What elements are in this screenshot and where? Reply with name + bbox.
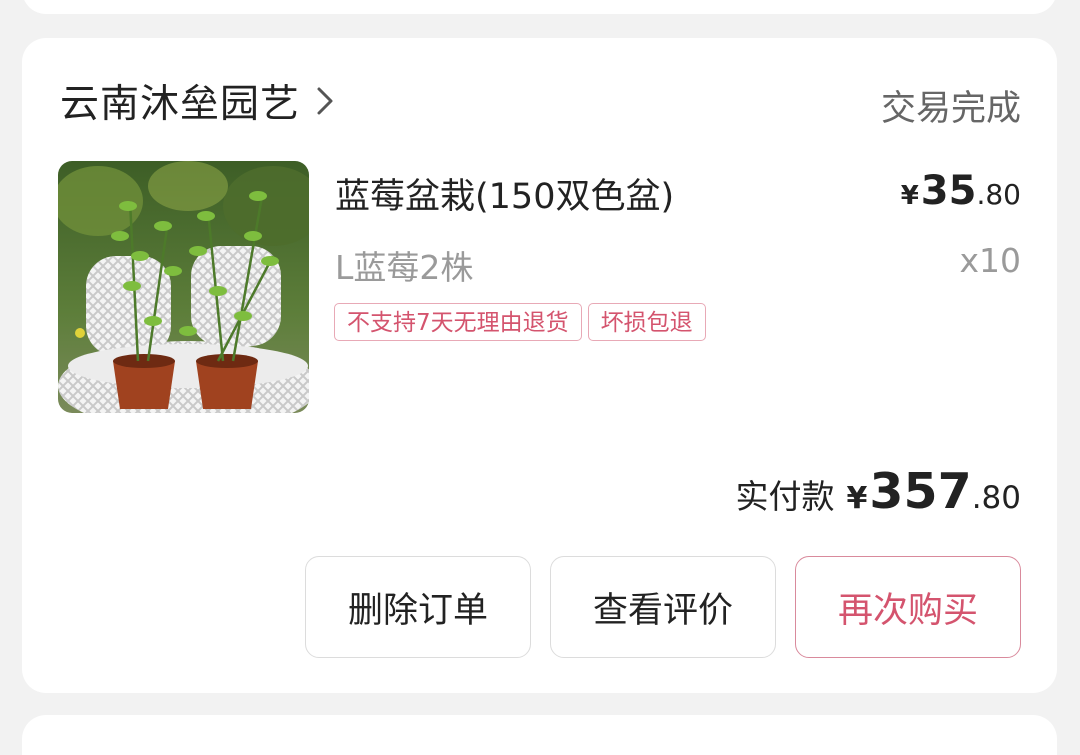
price-decimal: .80 bbox=[976, 178, 1021, 211]
buy-again-button[interactable]: 再次购买 bbox=[795, 556, 1021, 658]
blueberry-plant-photo bbox=[58, 161, 309, 413]
chevron-right-icon bbox=[316, 86, 334, 116]
tag-damage-refund: 坏损包退 bbox=[587, 303, 706, 341]
shop-name: 云南沐垒园艺 bbox=[60, 82, 301, 127]
product-image[interactable] bbox=[58, 161, 309, 413]
price-currency-symbol: ¥ bbox=[900, 181, 919, 211]
view-review-button[interactable]: 查看评价 bbox=[550, 556, 776, 658]
product-quantity: x10 bbox=[959, 241, 1021, 280]
next-order-card bbox=[22, 715, 1057, 755]
order-status: 交易完成 bbox=[880, 89, 1021, 129]
total-decimal: .80 bbox=[971, 480, 1021, 516]
service-tags: 不支持7天无理由退货 坏损包退 bbox=[334, 303, 706, 341]
product-spec: L蓝莓2株 bbox=[335, 248, 474, 287]
total-paid: 实付款 ¥ 357 .80 bbox=[736, 463, 1021, 520]
total-integer: 357 bbox=[869, 463, 972, 520]
product-price: ¥ 35 .80 bbox=[901, 168, 1021, 214]
total-label: 实付款 bbox=[735, 477, 835, 516]
previous-order-card bbox=[22, 0, 1057, 14]
shop-link[interactable]: 云南沐垒园艺 bbox=[60, 76, 334, 127]
delete-order-button[interactable]: 删除订单 bbox=[305, 556, 531, 658]
price-integer: 35 bbox=[920, 168, 977, 214]
total-currency-symbol: ¥ bbox=[846, 481, 868, 516]
tag-no-7day-return: 不支持7天无理由退货 bbox=[334, 303, 582, 341]
order-card[interactable]: 云南沐垒园艺 交易完成 蓝莓盆栽(150双色盆) ¥ 35 .80 L蓝莓2株 … bbox=[22, 38, 1057, 693]
product-title[interactable]: 蓝莓盆栽(150双色盆) bbox=[335, 168, 674, 219]
